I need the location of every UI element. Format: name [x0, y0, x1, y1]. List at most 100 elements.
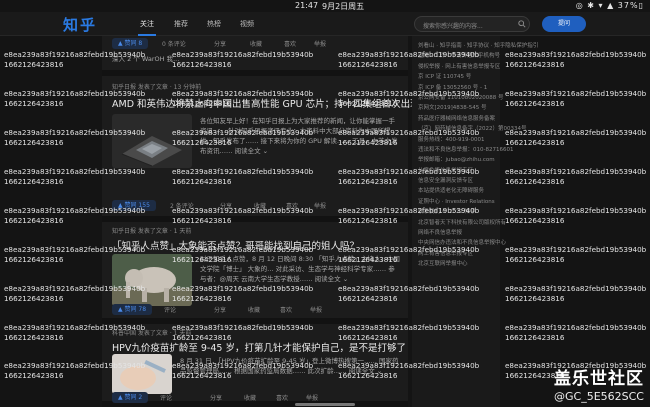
footer-link[interactable]: 北京互联网举报中心: [418, 259, 500, 269]
upvote-button[interactable]: ▲ 赞同 78: [112, 304, 153, 315]
watermark-number: 1662126423816: [505, 293, 565, 303]
share-button[interactable]: 分享: [210, 393, 222, 402]
footer-sidebar: 刘看山 · 知乎指南 · 知乎协议 · 知乎隐私保护指引 应用 · 工作 · 申请…: [412, 36, 538, 407]
feed-column: ▲ 赞同 8 0 条评论 分享 收藏 喜欢 举报 深入 2 个 WarOH 我.…: [102, 36, 472, 407]
footer-link[interactable]: 儿童色情信息举报专区: [418, 166, 500, 176]
tab-hot[interactable]: 热榜: [207, 19, 221, 29]
feed-card: ▲ 赞同 8 0 条评论 分享 收藏 喜欢 举报 深入 2 个 WarOH 我.…: [102, 36, 408, 76]
upvote-button[interactable]: ▲ 赞同 2: [112, 392, 149, 403]
favorite-button[interactable]: 收藏: [244, 393, 256, 402]
hash-watermark: e8ea239a83f19216a82febd19b53940b 16621264…: [505, 89, 646, 108]
tab-recommend[interactable]: 推荐: [174, 19, 188, 29]
upvote-button[interactable]: ▲ 赞同 155: [112, 200, 156, 211]
watermark-number: 1662126423816: [505, 176, 565, 186]
card-excerpt: 各位知友早上好！在知乎日报上为大家推荐的新闻，让你能掌握一手资讯…… 针对知乎日…: [200, 117, 398, 155]
comment-button[interactable]: 评论: [164, 305, 176, 314]
comment-button[interactable]: 2 条评论: [170, 201, 194, 210]
footer-link[interactable]: 京公网安备 11010802020088 号: [418, 93, 504, 103]
footer-link[interactable]: 违法和不良信息举报：010-82716601: [418, 145, 513, 155]
upvote-button[interactable]: ▲ 赞同 8: [112, 38, 149, 49]
footer-link[interactable]: 应用 · 工作 · 申请开通知乎机构号: [418, 51, 500, 61]
hash-watermark: e8ea239a83f19216a82febd19b53940b 16621264…: [505, 284, 646, 303]
card-action-bar: ▲ 赞同 2 评论 分享 收藏 喜欢 举报: [102, 390, 408, 406]
hash-watermark: e8ea239a83f19216a82febd19b53940b 16621264…: [505, 167, 646, 186]
watermark-number: 1662126423816: [505, 254, 565, 264]
card-meta: 知乎日报 发表了文章 · 13 分钟前: [112, 84, 202, 91]
report-button[interactable]: 举报: [310, 305, 322, 314]
footer-link[interactable]: 证照中心 · Investor Relations: [418, 197, 500, 207]
footer-link[interactable]: 服务热线：400-919-0001: [418, 135, 500, 145]
comment-button[interactable]: 评论: [160, 393, 172, 402]
favorite-button[interactable]: 收藏: [250, 39, 262, 48]
watermark-number: 1662126423816: [505, 59, 565, 69]
feed-card: 知乎日报 发表了文章 · 13 分钟前 AMD 和英伟达将禁止向中国出售高性能 …: [102, 76, 472, 222]
footer-link[interactable]: 侵权举报 · 网上有害信息举报专区: [418, 62, 500, 72]
home-indicator: [295, 403, 355, 406]
search-input[interactable]: 搜索你感兴趣的内容...: [414, 16, 530, 32]
status-system-icons: ◎ ✱ ▾ ▲ 37%▯: [575, 1, 644, 10]
card-action-bar: ▲ 赞同 155 2 条评论 分享 收藏 喜欢 举报: [102, 198, 408, 214]
ask-question-button[interactable]: 提问: [542, 16, 586, 32]
report-button[interactable]: 举报: [314, 201, 326, 210]
report-button[interactable]: 举报: [306, 393, 318, 402]
report-button[interactable]: 举报: [314, 39, 326, 48]
footer-link[interactable]: 药品医疗器械网络信息服务备案: [418, 114, 500, 124]
top-header: 知乎 关注 推荐 热榜 视频 搜索你感兴趣的内容... 提问: [0, 12, 650, 36]
comment-button[interactable]: 0 条评论: [162, 39, 186, 48]
watermark-number: 1662126423816: [505, 332, 565, 342]
footer-link[interactable]: 联系我们 © 2022 知乎: [418, 207, 500, 217]
status-date: 9月2日周五: [322, 2, 365, 11]
favorite-button[interactable]: 收藏: [248, 305, 260, 314]
zhihu-logo[interactable]: 知乎: [63, 14, 97, 35]
hash-watermark: e8ea239a83f19216a82febd19b53940b 16621264…: [505, 323, 646, 342]
footer-link[interactable]: 信息安全漏洞反馈专区: [418, 176, 500, 186]
watermark-hash: e8ea239a83f19216a82febd19b53940b: [505, 206, 647, 215]
hash-watermark: e8ea239a83f19216a82febd19b53940b 16621264…: [505, 245, 646, 264]
footer-link[interactable]: 京网文[2019]4838-545 号: [418, 103, 500, 113]
status-time: 21:47: [295, 1, 319, 10]
tab-video[interactable]: 视频: [240, 19, 254, 29]
status-bar: 21:47 9月2日周五 ◎ ✱ ▾ ▲ 37%▯: [0, 0, 650, 12]
like-button[interactable]: 喜欢: [286, 201, 298, 210]
watermark-hash: e8ea239a83f19216a82febd19b53940b: [505, 323, 647, 332]
elephant-thumbnail[interactable]: [112, 254, 192, 306]
card-title[interactable]: 「知乎人点赞」大象能否点赞？哥哥能找到自己的姐人吗？: [112, 238, 359, 252]
feed-card: 知乎日报 发表了文章 · 1 天前 「知乎人点赞」大象能否点赞？哥哥能找到自己的…: [102, 222, 408, 324]
share-button[interactable]: 分享: [214, 39, 226, 48]
watermark-hash: e8ea239a83f19216a82febd19b53940b: [505, 50, 647, 59]
vaccine-thumbnail[interactable]: [112, 354, 172, 394]
footer-link[interactable]: 刘看山 · 知乎指南 · 知乎协议 · 知乎隐私保护指引: [418, 41, 538, 51]
card-action-bar: ▲ 赞同 8 0 条评论 分享 收藏 喜欢 举报: [102, 36, 408, 52]
card-excerpt: 8 月 31 日，「HPV九价疫苗扩龄至 9-45 岁」登上微博热搜第一…… 国…: [180, 357, 399, 375]
card-excerpt: 深入 2 个 WarOH 我...: [112, 55, 180, 63]
card-title[interactable]: HPV九价疫苗扩龄至 9-45 岁，打第几针才能保护自己，是不是打够了: [112, 340, 406, 354]
footer-link[interactable]: 北京智者天下科技有限公司版权所有: [418, 218, 506, 228]
community-watermark: 盖乐世社区: [554, 369, 644, 389]
footer-link[interactable]: 中央网信办违法和不良信息举报中心: [418, 238, 506, 248]
footer-link[interactable]: 网络不良信息举报: [418, 228, 500, 238]
like-button[interactable]: 喜欢: [276, 393, 288, 402]
tab-follow[interactable]: 关注: [140, 19, 154, 29]
card-action-bar: ▲ 赞同 78 评论 分享 收藏 喜欢 举报: [102, 302, 408, 318]
footer-link[interactable]: 京 ICP 证 110745 号: [418, 72, 500, 82]
watermark-hash: e8ea239a83f19216a82febd19b53940b: [505, 89, 647, 98]
watermark-number: 1662126423816: [505, 215, 565, 225]
footer-link[interactable]: （京）网药械信息备字（2022）第00334号: [418, 124, 527, 134]
hash-watermark: e8ea239a83f19216a82febd19b53940b 16621264…: [505, 206, 646, 225]
favorite-button[interactable]: 收藏: [254, 201, 266, 210]
watermark-hash: e8ea239a83f19216a82febd19b53940b: [505, 245, 647, 254]
card-meta: 科普中国 发表了文章 · 1 天前: [112, 330, 192, 337]
like-button[interactable]: 喜欢: [280, 305, 292, 314]
search-icon[interactable]: [518, 20, 526, 28]
footer-link[interactable]: 京 ICP 备 13052560 号 - 1: [418, 83, 500, 93]
watermark-number: 1662126423816: [505, 98, 565, 108]
share-button[interactable]: 分享: [220, 201, 232, 210]
gpu-chip-thumbnail[interactable]: [112, 114, 192, 168]
footer-link[interactable]: 网上有害信息举报专区: [418, 249, 500, 259]
footer-link[interactable]: 本站提供适老化无障碍服务: [418, 186, 500, 196]
footer-link[interactable]: 举报邮箱：jubao@zhihu.com: [418, 155, 500, 165]
community-watermark-handle: @GC_5E562SCC: [554, 390, 644, 403]
card-meta: 知乎日报 发表了文章 · 1 天前: [112, 228, 192, 235]
like-button[interactable]: 喜欢: [284, 39, 296, 48]
share-button[interactable]: 分享: [214, 305, 226, 314]
